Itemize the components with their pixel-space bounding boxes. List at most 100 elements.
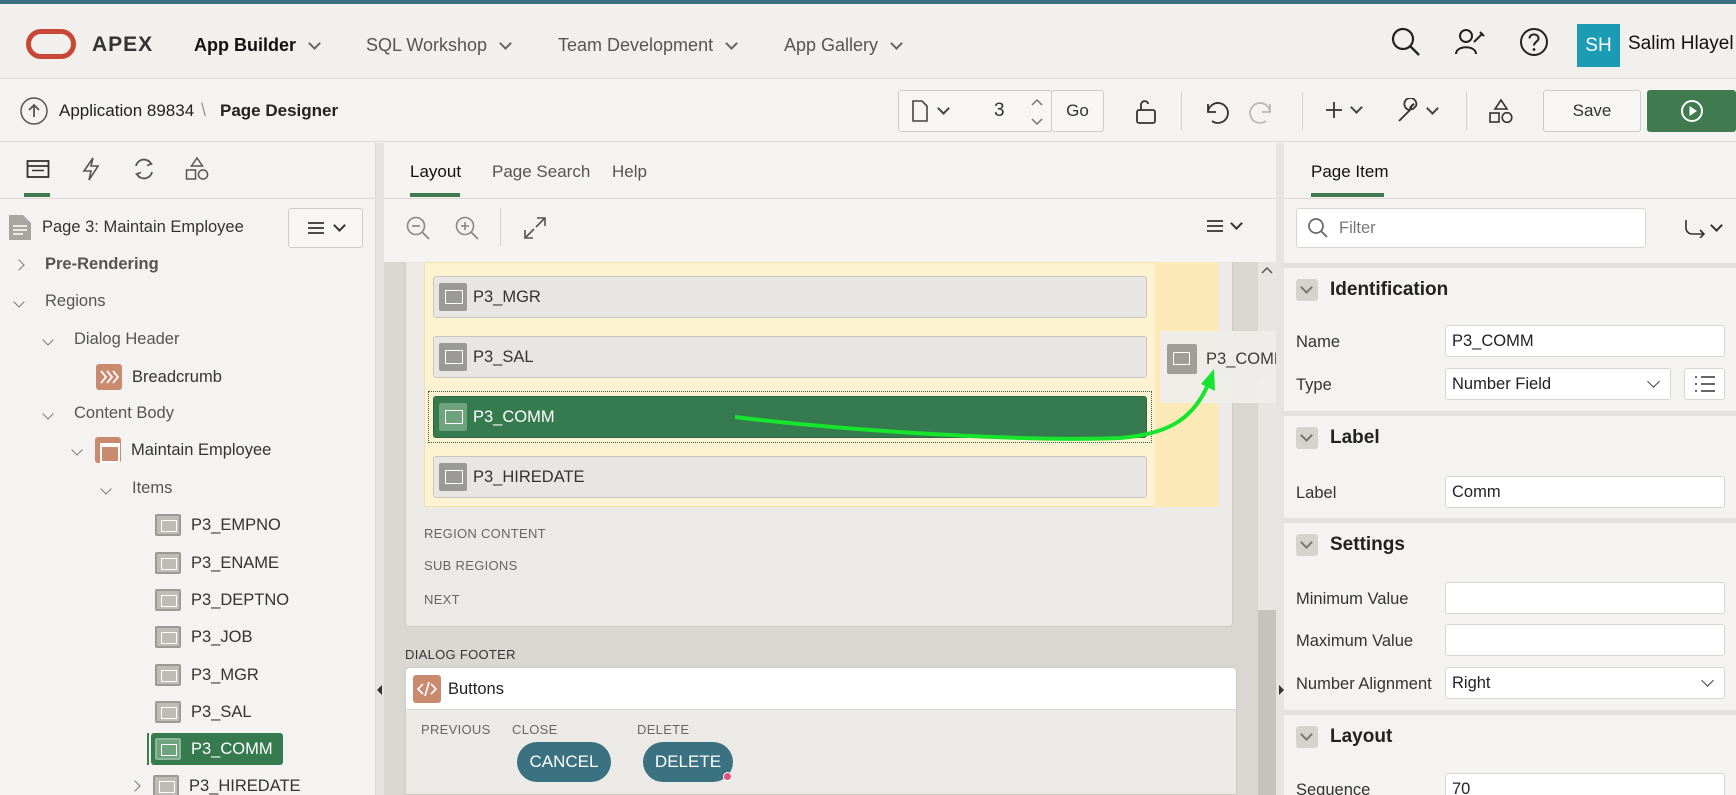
- filter-field[interactable]: Filter: [1296, 208, 1646, 248]
- section-identification[interactable]: Identification: [1284, 263, 1736, 311]
- nav-app-gallery[interactable]: App Gallery: [784, 35, 903, 56]
- grid-item-p3-mgr[interactable]: P3_MGR: [433, 276, 1147, 318]
- page-stepper-icon[interactable]: [1029, 97, 1045, 127]
- prop-max-value-input[interactable]: [1445, 624, 1725, 656]
- sub-regions-slot[interactable]: SUB REGIONS: [424, 558, 518, 573]
- prop-type-select[interactable]: Number Field: [1445, 368, 1671, 400]
- tree-item-p3-comm-selected[interactable]: P3_COMM: [151, 733, 283, 765]
- tree-item-p3-mgr[interactable]: P3_MGR: [155, 664, 259, 686]
- previous-slot[interactable]: PREVIOUS: [421, 722, 491, 737]
- undo-icon[interactable]: [1202, 98, 1230, 126]
- tree-item-p3-deptno[interactable]: P3_DEPTNO: [155, 589, 289, 611]
- apex-brand[interactable]: APEX: [92, 33, 153, 57]
- grid-item-p3-hiredate[interactable]: P3_HIREDATE: [433, 456, 1147, 498]
- collapse-icon: [1296, 426, 1318, 449]
- tree-item-p3-job[interactable]: P3_JOB: [155, 626, 252, 648]
- tab-page-item[interactable]: Page Item: [1311, 162, 1389, 182]
- nav-app-builder[interactable]: App Builder: [194, 35, 321, 56]
- tree-label: P3_ENAME: [191, 553, 280, 572]
- go-to-group-menu[interactable]: [1684, 218, 1723, 238]
- rendering-tree-icon: [26, 160, 50, 178]
- tree-maintain-employee[interactable]: Maintain Employee: [71, 437, 271, 463]
- text-item-icon: [155, 552, 181, 574]
- chevron-right-icon: [129, 780, 141, 792]
- admin-user-icon[interactable]: [1454, 26, 1486, 58]
- chevron-down-icon: [71, 444, 83, 456]
- delete-slot[interactable]: DELETE: [637, 722, 689, 737]
- oracle-logo-icon[interactable]: [26, 29, 76, 59]
- prop-alignment-select[interactable]: Right: [1445, 667, 1725, 699]
- chevron-down-icon: [308, 36, 321, 50]
- zoom-in-icon[interactable]: [454, 215, 480, 241]
- number-item-icon: [155, 514, 181, 536]
- next-slot[interactable]: NEXT: [424, 592, 460, 607]
- search-icon[interactable]: [1390, 26, 1422, 58]
- go-button[interactable]: Go: [1051, 90, 1104, 132]
- dynamic-actions-icon[interactable]: [80, 157, 102, 181]
- nav-team-development[interactable]: Team Development: [558, 35, 738, 56]
- tree-item-p3-hiredate[interactable]: P3_HIREDATE: [129, 775, 301, 795]
- tab-help[interactable]: Help: [612, 162, 647, 182]
- scrollbar-thumb[interactable]: [1258, 610, 1276, 795]
- delete-button[interactable]: DELETE: [643, 742, 733, 782]
- unlock-icon[interactable]: [1134, 98, 1160, 126]
- help-icon[interactable]: [1518, 26, 1550, 58]
- shared-components-tab-icon[interactable]: [184, 156, 210, 182]
- cancel-button[interactable]: CANCEL: [517, 742, 611, 782]
- right-splitter[interactable]: [1276, 143, 1284, 795]
- expand-icon[interactable]: [523, 216, 547, 240]
- tree-dialog-header[interactable]: Dialog Header: [42, 330, 179, 349]
- tree-items[interactable]: Items: [100, 479, 172, 498]
- tab-divider: [384, 198, 1276, 199]
- prop-min-value-input[interactable]: [1445, 582, 1725, 614]
- tree-breadcrumb[interactable]: Breadcrumb: [96, 364, 222, 390]
- tab-layout[interactable]: Layout: [410, 162, 461, 182]
- save-button[interactable]: Save: [1543, 90, 1641, 132]
- tree-item-p3-ename[interactable]: P3_ENAME: [155, 552, 279, 574]
- zoom-out-icon[interactable]: [405, 215, 431, 241]
- type-list-button[interactable]: [1684, 368, 1725, 400]
- tree-page-node[interactable]: Page 3: Maintain Employee: [8, 214, 244, 241]
- collapse-icon: [1296, 725, 1318, 748]
- application-link[interactable]: Application 89834: [59, 101, 194, 121]
- page-selector[interactable]: 3: [898, 90, 1052, 132]
- prop-name-input[interactable]: P3_COMM: [1445, 325, 1725, 357]
- section-layout[interactable]: Layout: [1284, 710, 1736, 758]
- tree-label: Page 3: Maintain Employee: [42, 218, 244, 236]
- tab-page-search[interactable]: Page Search: [492, 162, 590, 182]
- section-settings[interactable]: Settings: [1284, 518, 1736, 566]
- chevron-down-icon: [13, 295, 25, 308]
- tree-content-body[interactable]: Content Body: [42, 404, 174, 423]
- utilities-menu-button[interactable]: [1396, 98, 1439, 124]
- shared-components-icon[interactable]: [1487, 97, 1515, 125]
- scroll-up-icon[interactable]: [1261, 266, 1273, 274]
- section-title: Label: [1330, 426, 1380, 448]
- go-to-group-icon: [1685, 220, 1706, 238]
- processing-icon[interactable]: [131, 157, 157, 181]
- rendering-tab[interactable]: [26, 158, 50, 180]
- region-content-slot[interactable]: REGION CONTENT: [424, 526, 546, 541]
- create-menu-button[interactable]: [1324, 100, 1363, 120]
- up-arrow-icon[interactable]: [19, 96, 49, 126]
- user-name[interactable]: Salim Hlayel: [1628, 33, 1734, 55]
- close-slot[interactable]: CLOSE: [512, 722, 558, 737]
- user-avatar[interactable]: SH: [1577, 24, 1620, 67]
- page-number-input[interactable]: 3: [994, 100, 1005, 122]
- section-label[interactable]: Label: [1284, 411, 1736, 459]
- collapse-left-icon[interactable]: [376, 684, 384, 696]
- tree-item-p3-empno[interactable]: P3_EMPNO: [155, 514, 281, 536]
- text-item-icon: [155, 626, 181, 648]
- run-page-button[interactable]: [1647, 90, 1736, 132]
- tree-item-p3-sal[interactable]: P3_SAL: [155, 701, 252, 723]
- tree-options-menu[interactable]: [288, 208, 363, 248]
- prop-sequence-input[interactable]: 70: [1445, 773, 1725, 795]
- layout-options-menu[interactable]: [1206, 217, 1243, 233]
- tree-pre-rendering[interactable]: Pre-Rendering: [13, 255, 159, 274]
- nav-sql-workshop[interactable]: SQL Workshop: [366, 35, 512, 56]
- redo-icon[interactable]: [1248, 98, 1276, 126]
- tree-regions[interactable]: Regions: [13, 292, 106, 311]
- prop-label-input[interactable]: Comm: [1445, 476, 1725, 508]
- left-splitter[interactable]: [376, 143, 384, 795]
- dialog-footer-label: DIALOG FOOTER: [405, 647, 516, 662]
- tree-label: P3_SAL: [191, 702, 252, 721]
